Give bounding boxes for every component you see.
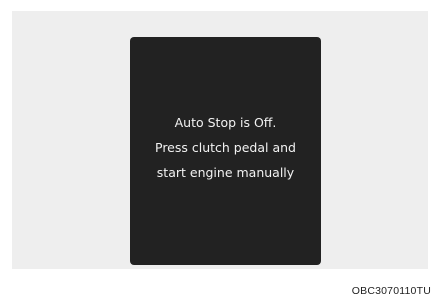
manual-figure: Auto Stop is Off. Press clutch pedal and… <box>0 0 439 299</box>
auto-stop-message: Auto Stop is Off. Press clutch pedal and… <box>130 110 321 185</box>
instrument-cluster-display: Auto Stop is Off. Press clutch pedal and… <box>130 37 321 265</box>
message-line-1: Auto Stop is Off. <box>174 115 277 130</box>
figure-code: OBC3070110TU <box>351 285 431 297</box>
message-line-2: Press clutch pedal and <box>155 140 296 155</box>
message-line-3: start engine manually <box>156 165 295 180</box>
